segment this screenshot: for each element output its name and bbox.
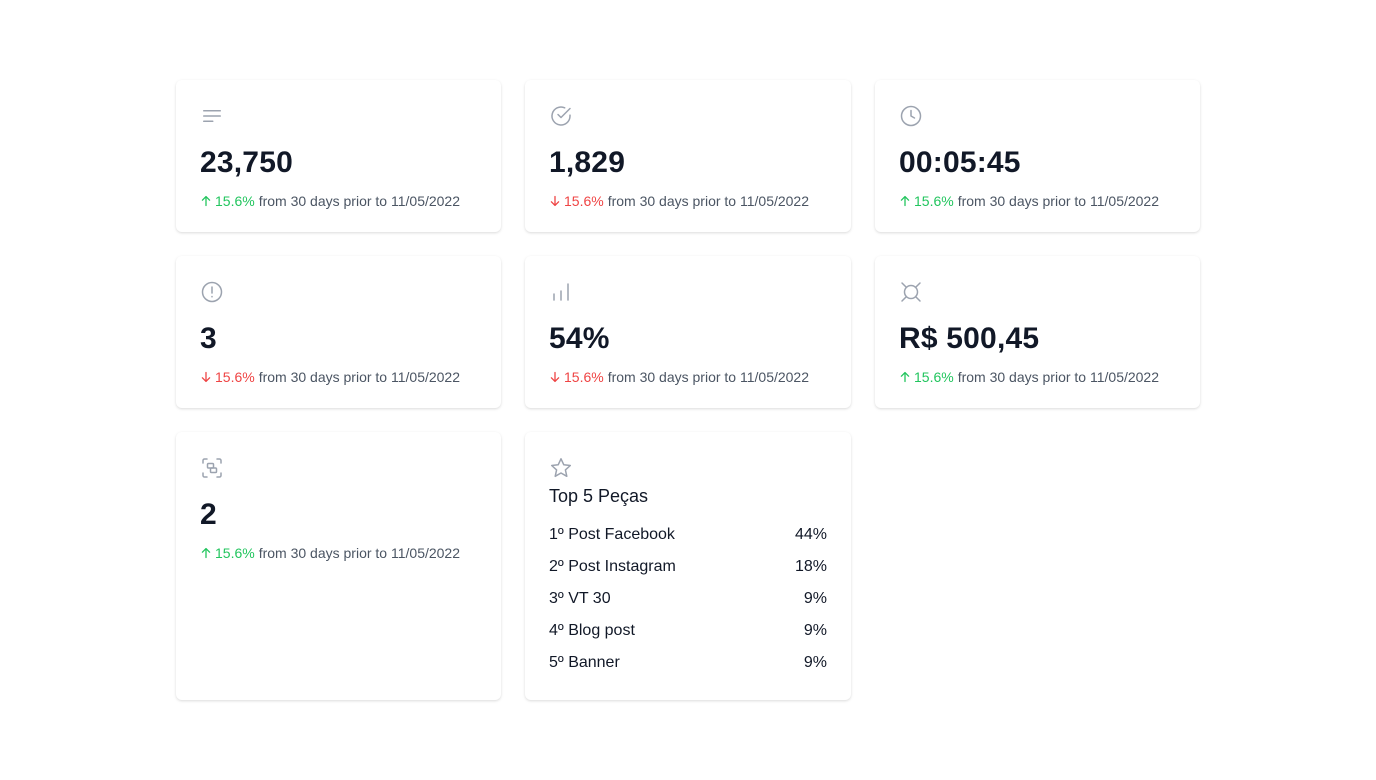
delta-change: 15.6% — [549, 193, 608, 209]
stat-value: 00:05:45 — [899, 146, 1021, 179]
arrow-up-icon — [200, 195, 212, 207]
stats-grid: 23,750 15.6% from 30 days prior to 11/05/… — [176, 80, 1200, 700]
menu-lines-icon — [200, 104, 224, 128]
item-percent: 9% — [803, 654, 827, 671]
delta-percent: 15.6% — [564, 193, 604, 209]
delta-caption: from 30 days prior to 11/05/2022 — [607, 193, 810, 209]
delta-percent: 15.6% — [215, 369, 255, 385]
alert-circle-icon — [200, 280, 224, 304]
stat-value: 54% — [549, 322, 610, 355]
clock-icon — [899, 104, 923, 128]
arrow-down-icon — [549, 371, 561, 383]
stat-value: 3 — [200, 322, 217, 355]
list-item: 3º VT 30 9% — [549, 589, 827, 621]
item-label: 1º Post Facebook — [549, 526, 675, 543]
arrow-up-icon — [200, 547, 212, 559]
item-percent: 9% — [803, 622, 827, 639]
delta-caption: from 30 days prior to 11/05/2022 — [607, 369, 810, 385]
arrow-up-icon — [899, 195, 911, 207]
stat-delta: 15.6% from 30 days prior to 11/05/2022 — [200, 367, 477, 387]
delta-percent: 15.6% — [215, 193, 255, 209]
stat-value: 23,750 — [200, 146, 293, 179]
delta-change: 15.6% — [200, 193, 259, 209]
stat-delta: 15.6% from 30 days prior to 11/05/2022 — [899, 367, 1176, 387]
list-item: 5º Banner 9% — [549, 653, 827, 685]
top-pieces-card: Top 5 Peças 1º Post Facebook 44% 2º Post … — [525, 432, 851, 700]
delta-change: 15.6% — [549, 369, 608, 385]
item-percent: 9% — [803, 590, 827, 607]
stat-card-total: 23,750 15.6% from 30 days prior to 11/05/… — [176, 80, 501, 232]
stat-card-revenue: R$ 500,45 15.6% from 30 days prior to 11/… — [875, 256, 1200, 408]
stat-card-completed: 1,829 15.6% from 30 days prior to 11/05/2… — [525, 80, 851, 232]
list-item: 1º Post Facebook 44% — [549, 525, 827, 557]
item-label: 4º Blog post — [549, 622, 635, 639]
delta-caption: from 30 days prior to 11/05/2022 — [258, 545, 461, 561]
delta-percent: 15.6% — [564, 369, 604, 385]
stat-card-rate: 54% 15.6% from 30 days prior to 11/05/202… — [525, 256, 851, 408]
stat-delta: 15.6% from 30 days prior to 11/05/2022 — [899, 191, 1176, 211]
delta-percent: 15.6% — [215, 545, 255, 561]
arrow-down-icon — [549, 195, 561, 207]
item-percent: 44% — [794, 526, 827, 543]
delta-caption: from 30 days prior to 11/05/2022 — [957, 369, 1160, 385]
delta-change: 15.6% — [200, 545, 259, 561]
delta-caption: from 30 days prior to 11/05/2022 — [258, 193, 461, 209]
arrow-down-icon — [200, 371, 212, 383]
list-item: 4º Blog post 9% — [549, 621, 827, 653]
stat-delta: 15.6% from 30 days prior to 11/05/2022 — [549, 191, 827, 211]
delta-percent: 15.6% — [914, 369, 954, 385]
top-pieces-list: 1º Post Facebook 44% 2º Post Instagram 18%… — [549, 525, 827, 685]
delta-change: 15.6% — [200, 369, 259, 385]
delta-caption: from 30 days prior to 11/05/2022 — [957, 193, 1160, 209]
currency-icon — [899, 280, 923, 304]
arrow-up-icon — [899, 371, 911, 383]
stat-value: 2 — [200, 498, 217, 531]
delta-change: 15.6% — [899, 369, 958, 385]
stat-card-alerts: 3 15.6% from 30 days prior to 11/05/2022 — [176, 256, 501, 408]
stat-card-time: 00:05:45 15.6% from 30 days prior to 11/0… — [875, 80, 1200, 232]
star-icon — [549, 456, 573, 480]
stat-card-scans: 2 15.6% from 30 days prior to 11/05/2022 — [176, 432, 501, 700]
delta-caption: from 30 days prior to 11/05/2022 — [258, 369, 461, 385]
check-circle-icon — [549, 104, 573, 128]
item-percent: 18% — [794, 558, 827, 575]
delta-change: 15.6% — [899, 193, 958, 209]
item-label: 5º Banner — [549, 654, 620, 671]
stat-value: R$ 500,45 — [899, 322, 1040, 355]
top-pieces-title: Top 5 Peças — [549, 486, 649, 506]
item-label: 2º Post Instagram — [549, 558, 676, 575]
stat-delta: 15.6% from 30 days prior to 11/05/2022 — [200, 191, 477, 211]
stat-delta: 15.6% from 30 days prior to 11/05/2022 — [549, 367, 827, 387]
delta-percent: 15.6% — [914, 193, 954, 209]
stat-value: 1,829 — [549, 146, 626, 179]
stat-delta: 15.6% from 30 days prior to 11/05/2022 — [200, 543, 477, 563]
list-item: 2º Post Instagram 18% — [549, 557, 827, 589]
scan-icon — [200, 456, 224, 480]
item-label: 3º VT 30 — [549, 590, 611, 607]
bar-chart-icon — [549, 280, 573, 304]
